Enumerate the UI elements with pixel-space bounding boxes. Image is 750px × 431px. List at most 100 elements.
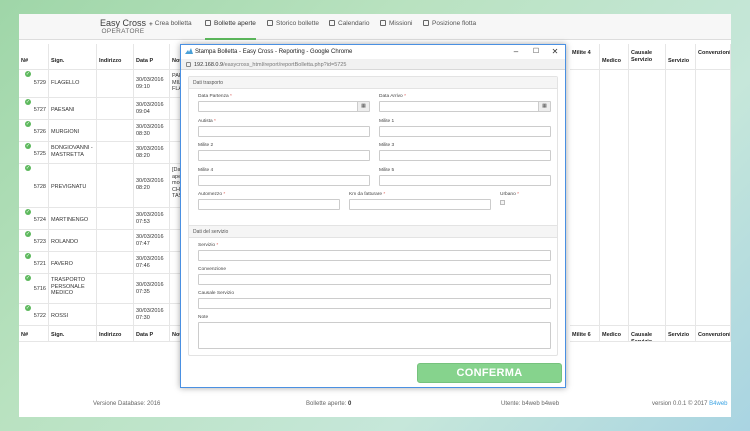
data-arrivo-input[interactable]: ▦ [379,101,551,112]
milite3-input[interactable] [379,150,551,161]
table-row-num[interactable]: ✓ 5728 [19,164,49,208]
label-note: Note [198,315,209,320]
label-milite3: Milite 3 [379,143,395,148]
footer-version-db: Versione Database: 2016 [93,401,161,407]
minimize-icon[interactable]: – [511,47,521,57]
col-header-sign[interactable]: Sign. [49,44,97,70]
col-header-medico[interactable]: Medico [600,44,629,70]
navbar: Easy Cross OPERATORE + Crea bolletta Boll… [19,14,731,40]
table-row-num[interactable]: ✓ 5722 [19,304,49,326]
table-row-date: 30/03/2016 09:10 [134,70,170,98]
table-row-indirizzo [97,252,134,274]
milite4-input[interactable] [198,175,370,186]
table-row-num[interactable]: ✓ 5726 [19,120,49,142]
close-icon[interactable]: ✕ [550,47,560,57]
check-icon[interactable]: ✓ [25,121,31,127]
b4web-link[interactable]: B4web [709,401,727,407]
table-row-sign: FLAGELLO [49,70,97,98]
foot-header-servizio: Servizio [666,326,696,342]
foot-header-milite6: Milite 6 [570,326,600,342]
table-col-milite4 [570,70,600,326]
table-row-date: 30/03/2016 07:53 [134,208,170,230]
nav-bollette-aperte[interactable]: Bollette aperte [205,20,256,40]
col-header-indirizzo[interactable]: Indirizzo [97,44,134,70]
convenzione-select[interactable] [198,274,551,285]
label-km: Km da fatturare * [349,192,386,197]
table-row-date: 30/03/2016 07:30 [134,304,170,326]
col-header-num[interactable]: N# [19,44,49,70]
list-icon [267,20,273,26]
check-icon[interactable]: ✓ [25,253,31,259]
col-header-servizio[interactable]: Servizio [666,44,696,70]
label-autista: Autista * [198,119,216,124]
table-row-indirizzo [97,98,134,120]
calendar-icon[interactable]: ▦ [538,102,550,111]
popup-titlebar[interactable]: Stampa Bolletta - Easy Cross - Reporting… [181,45,565,59]
check-icon[interactable]: ✓ [25,143,31,149]
table-row-num[interactable]: ✓ 5724 [19,208,49,230]
nav-label: Posizione flotta [432,20,477,27]
table-row-num[interactable]: ✓ 5716 [19,274,49,304]
nav-storico-bollette[interactable]: Storico bollette [267,20,319,40]
table-row-sign: PAESANI [49,98,97,120]
autista-input[interactable] [198,126,370,137]
check-icon[interactable]: ✓ [25,231,31,237]
nav-crea-bolletta[interactable]: + Crea bolletta [149,20,192,40]
table-row-date: 30/03/2016 08:30 [134,120,170,142]
table-row-num[interactable]: ✓ 5727 [19,98,49,120]
calendar-icon[interactable]: ▦ [357,102,369,111]
address-bar[interactable]: 192.168.0.9/easycross_html/report/report… [181,59,565,70]
note-textarea[interactable] [198,322,551,349]
table-row-date: 30/03/2016 08:20 [134,142,170,164]
nav-calendario[interactable]: Calendario [329,20,369,40]
brand-subtitle: OPERATORE [101,28,145,35]
col-header-milite4[interactable]: Milite 4 [570,44,600,70]
popup-title: Stampa Bolletta - Easy Cross - Reporting… [195,49,353,55]
check-icon[interactable]: ✓ [25,99,31,105]
table-row-sign: ROLANDO [49,230,97,252]
causale-select[interactable] [198,298,551,309]
camera-icon [380,20,386,26]
table-row-num[interactable]: ✓ 5729 [19,70,49,98]
confirm-button[interactable]: CONFERMA [417,363,562,383]
address-url[interactable]: 192.168.0.9/easycross_html/report/report… [194,62,346,68]
km-input[interactable] [349,199,491,210]
table-row-num[interactable]: ✓ 5721 [19,252,49,274]
table-row-num[interactable]: ✓ 5723 [19,230,49,252]
nav-missioni[interactable]: Missioni [380,20,412,40]
col-header-causale[interactable]: Causale Servizio [629,44,666,70]
table-col-medico [600,70,629,326]
table-row-sign: TRASPORTO PERSONALE MEDICO [49,274,97,304]
foot-header-num: N# [19,326,49,342]
nav-label: Crea bolletta [154,20,192,27]
foot-header-sign: Sign. [49,326,97,342]
page-footer: Versione Database: 2016 Bollette aperte:… [19,398,731,417]
page-info-icon[interactable] [186,62,191,67]
foot-header-medico: Medico [600,326,629,342]
milite5-input[interactable] [379,175,551,186]
check-icon[interactable]: ✓ [25,275,31,281]
milite2-input[interactable] [198,150,370,161]
table-row-date: 30/03/2016 07:47 [134,230,170,252]
milite1-input[interactable] [379,126,551,137]
panel-title: Dati del servizio [189,226,557,238]
maximize-icon[interactable]: ☐ [531,47,541,57]
urbano-checkbox[interactable] [500,200,505,205]
data-partenza-input[interactable]: ▦ [198,101,370,112]
check-icon[interactable]: ✓ [25,165,31,171]
check-icon[interactable]: ✓ [25,71,31,77]
table-row-indirizzo [97,230,134,252]
table-row-num[interactable]: ✓ 5725 [19,142,49,164]
table-col-causale [629,70,666,326]
nav-posizione-flotta[interactable]: Posizione flotta [423,20,476,40]
automezzo-input[interactable] [198,199,340,210]
nav-label: Calendario [338,20,370,27]
check-icon[interactable]: ✓ [25,305,31,311]
check-icon[interactable]: ✓ [25,209,31,215]
col-header-convenzioni[interactable]: Convenzioni [696,44,731,70]
servizio-select[interactable] [198,250,551,261]
col-header-data[interactable]: Data P [134,44,170,70]
brand[interactable]: Easy Cross OPERATORE [93,18,153,36]
foot-header-convenzioni: Convenzioni [696,326,731,342]
label-data-partenza: Data Partenza * [198,94,232,99]
